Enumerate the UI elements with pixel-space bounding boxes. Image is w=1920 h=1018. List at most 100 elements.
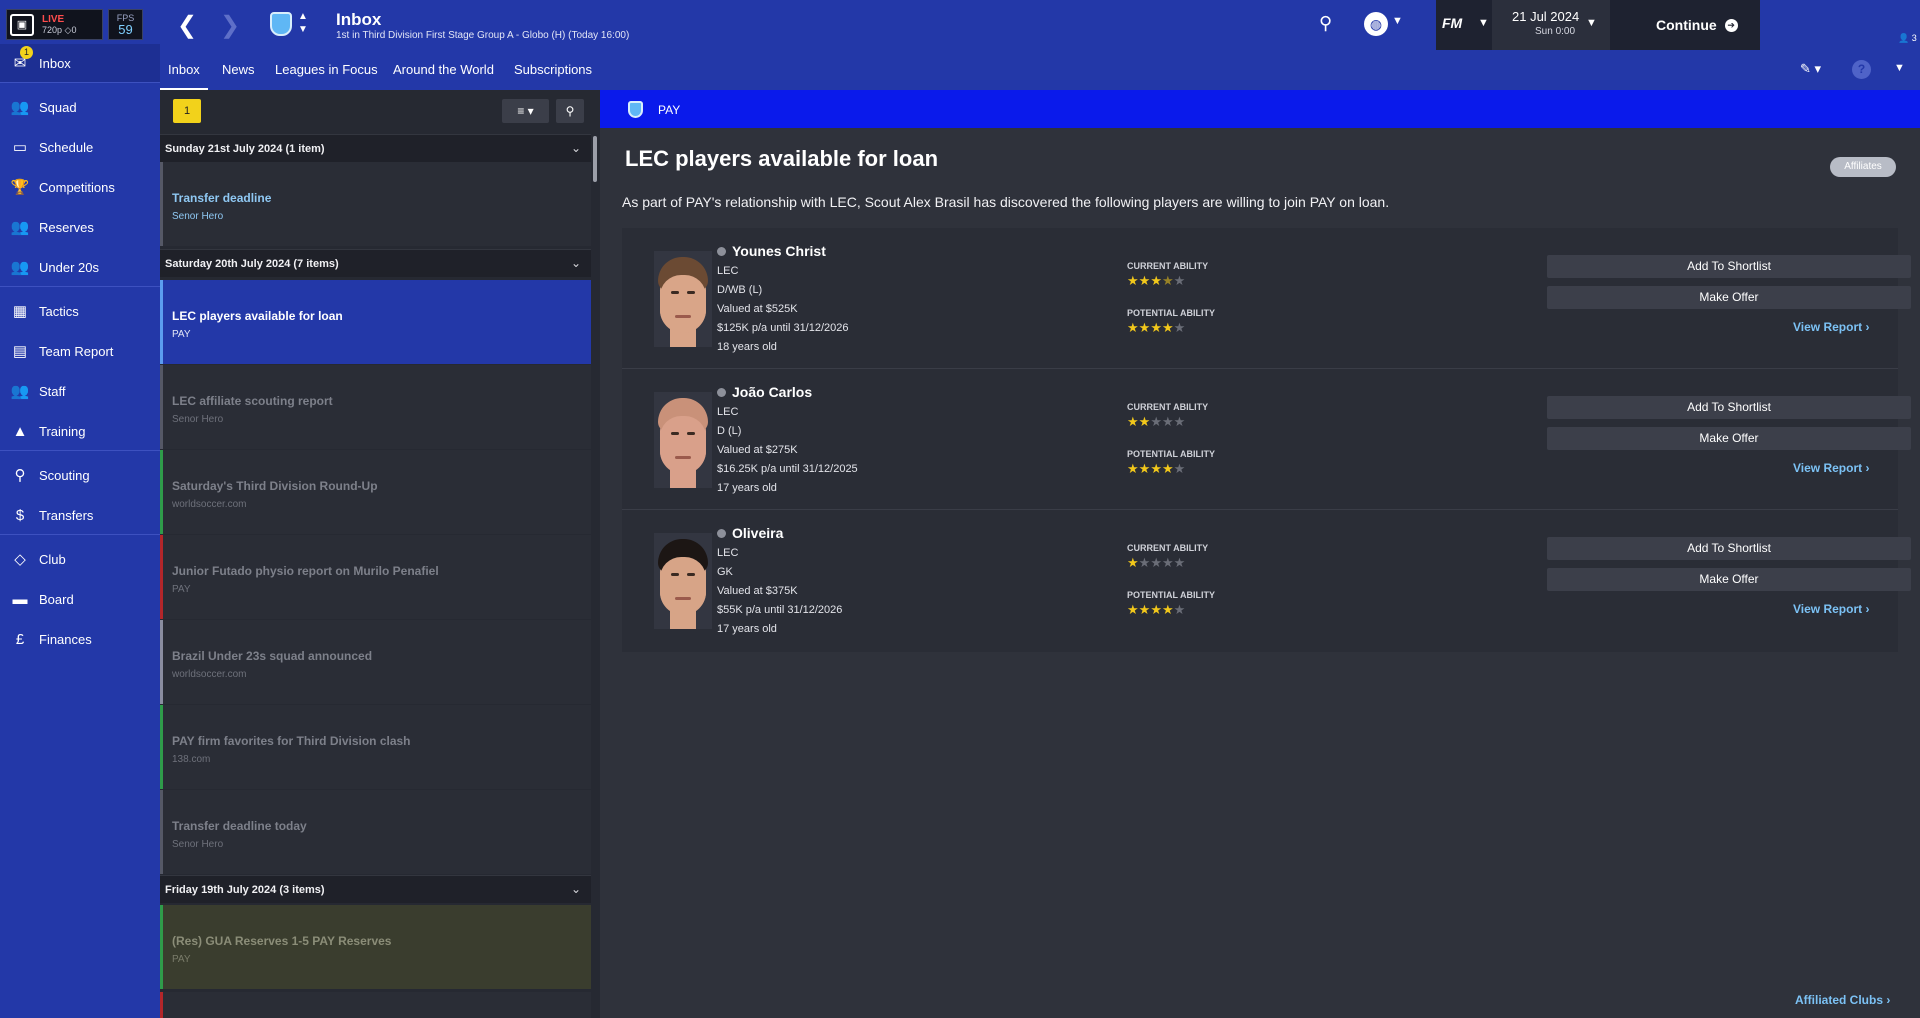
add-to-shortlist-button[interactable]: Add To Shortlist bbox=[1547, 255, 1911, 278]
sidebar-item-training[interactable]: ▲ Training bbox=[0, 412, 160, 450]
list-item[interactable]: PAY firm favorites for Third Division cl… bbox=[160, 705, 591, 789]
sidebar-item-board[interactable]: ▬ Board bbox=[0, 580, 160, 618]
sidebar-item-scouting[interactable]: ⚲ Scouting bbox=[0, 456, 160, 494]
list-scrollbar[interactable] bbox=[593, 136, 597, 182]
group-header[interactable]: Saturday 20th July 2024 (7 items) ⌄ bbox=[160, 249, 591, 277]
chevron-down-icon[interactable]: ⌄ bbox=[571, 882, 581, 896]
affiliated-clubs-link[interactable]: Affiliated Clubs › bbox=[1795, 993, 1890, 1007]
list-item-partial[interactable] bbox=[160, 992, 591, 1018]
help-icon[interactable]: ? bbox=[1852, 60, 1871, 79]
chevron-down-icon[interactable]: ▼ bbox=[1586, 17, 1597, 29]
make-offer-button[interactable]: Make Offer bbox=[1547, 427, 1911, 450]
sidebar-item-squad[interactable]: 👥 Squad bbox=[0, 88, 160, 126]
list-item[interactable]: Brazil Under 23s squad announced worldsoc… bbox=[160, 620, 591, 704]
player-portrait[interactable] bbox=[654, 392, 712, 488]
sidebar: ▣ LIVE 720p ◇0 FPS 59 ✉ Inbox 👥 Squad ▭ Schedul… bbox=[0, 0, 160, 1018]
online-people-count: 👤 3 bbox=[1898, 33, 1917, 43]
search-icon[interactable]: ⚲ bbox=[1319, 13, 1332, 34]
chevron-down-icon[interactable]: ⌄ bbox=[571, 256, 581, 270]
portrait-face bbox=[660, 416, 706, 474]
globe-icon[interactable]: ◍ bbox=[1364, 12, 1388, 36]
info-icon[interactable] bbox=[717, 247, 726, 256]
current-ability-label: CURRENT ABILITY bbox=[1127, 402, 1209, 412]
player-club[interactable]: LEC bbox=[717, 547, 738, 559]
fm-logo[interactable]: FM bbox=[1442, 15, 1462, 31]
club-label[interactable]: PAY bbox=[658, 103, 680, 117]
sidebar-item-finances[interactable]: £ Finances bbox=[0, 620, 160, 658]
current-ability-stars: ★★★★★ bbox=[1127, 414, 1186, 429]
add-to-shortlist-button[interactable]: Add To Shortlist bbox=[1547, 537, 1911, 560]
portrait-eye bbox=[687, 291, 695, 294]
chevron-down-icon[interactable]: ▼ bbox=[1894, 62, 1905, 74]
tab-subscriptions[interactable]: Subscriptions bbox=[514, 62, 592, 77]
player-name[interactable]: Oliveira bbox=[717, 525, 783, 541]
make-offer-button[interactable]: Make Offer bbox=[1547, 286, 1911, 309]
view-report-link[interactable]: View Report › bbox=[1793, 602, 1869, 616]
club-switch-icon[interactable]: ▲ ▼ bbox=[298, 10, 308, 36]
club-crest-icon[interactable] bbox=[270, 12, 292, 36]
sidebar-item-competitions[interactable]: 🏆 Competitions bbox=[0, 168, 160, 206]
sidebar-item-under-20s[interactable]: 👥 Under 20s bbox=[0, 248, 160, 286]
list-item[interactable]: Transfer deadline today Senor Hero bbox=[160, 790, 591, 874]
page-subtitle[interactable]: 1st in Third Division First Stage Group … bbox=[336, 30, 629, 41]
players-panel: Younes Christ LEC D/WB (L) Valued at $525K $… bbox=[622, 228, 1911, 652]
sidebar-item-label: Training bbox=[39, 423, 86, 439]
current-date: 21 Jul 2024 bbox=[1512, 9, 1580, 24]
message-title: Transfer deadline today bbox=[172, 819, 307, 833]
list-item[interactable]: LEC affiliate scouting report Senor Hero bbox=[160, 365, 591, 449]
player-portrait[interactable] bbox=[654, 251, 712, 347]
info-icon[interactable] bbox=[717, 388, 726, 397]
message-sender: 138.com bbox=[172, 754, 211, 765]
sidebar-item-label: Scouting bbox=[39, 467, 90, 483]
list-item[interactable]: (Res) GUA Reserves 1-5 PAY Reserves PAY bbox=[160, 905, 591, 989]
sidebar-item-staff[interactable]: 👥 Staff bbox=[0, 372, 160, 410]
list-menu-button[interactable]: ≡ ▾ bbox=[502, 99, 549, 123]
player-name[interactable]: João Carlos bbox=[717, 384, 812, 400]
view-report-link[interactable]: View Report › bbox=[1793, 320, 1869, 334]
tab-inbox[interactable]: Inbox bbox=[160, 62, 208, 91]
chevron-down-icon[interactable]: ▼ bbox=[1478, 17, 1489, 29]
forward-arrow-icon[interactable]: ❯ bbox=[220, 11, 240, 40]
affiliates-tag: Affiliates bbox=[1830, 157, 1896, 177]
group-header[interactable]: Sunday 21st July 2024 (1 item) ⌄ bbox=[160, 134, 591, 162]
continue-button[interactable]: Continue ➔ bbox=[1650, 0, 1760, 50]
edit-icon[interactable]: ✎ ▾ bbox=[1800, 61, 1821, 77]
chevron-down-icon[interactable]: ⌄ bbox=[571, 141, 581, 155]
tab-around-the-world[interactable]: Around the World bbox=[393, 62, 494, 77]
portrait-mouth bbox=[675, 456, 691, 459]
sidebar-item-team-report[interactable]: ▤ Team Report bbox=[0, 332, 160, 370]
sidebar-divider bbox=[0, 450, 160, 451]
sidebar-item-reserves[interactable]: 👥 Reserves bbox=[0, 208, 160, 246]
tab-leagues-in-focus[interactable]: Leagues in Focus bbox=[275, 62, 378, 77]
back-arrow-icon[interactable]: ❮ bbox=[177, 11, 197, 40]
player-club[interactable]: LEC bbox=[717, 265, 738, 277]
list-search-button[interactable]: ⚲ bbox=[556, 99, 584, 123]
make-offer-button[interactable]: Make Offer bbox=[1547, 568, 1911, 591]
unread-count-badge[interactable]: 1 bbox=[173, 99, 201, 123]
player-club[interactable]: LEC bbox=[717, 406, 738, 418]
sidebar-item-club[interactable]: ◇ Club bbox=[0, 540, 160, 578]
sidebar-item-tactics[interactable]: ▦ Tactics bbox=[0, 292, 160, 330]
player-name[interactable]: Younes Christ bbox=[717, 243, 826, 259]
continue-arrow-icon: ➔ bbox=[1724, 18, 1738, 32]
sidebar-item-transfers[interactable]: $ Transfers bbox=[0, 496, 160, 534]
potential-ability-stars: ★★★★★ bbox=[1127, 602, 1186, 617]
group-header[interactable]: Friday 19th July 2024 (3 items) ⌄ bbox=[160, 875, 591, 903]
tab-news[interactable]: News bbox=[222, 62, 255, 77]
sidebar-item-schedule[interactable]: ▭ Schedule bbox=[0, 128, 160, 166]
portrait-eye bbox=[687, 432, 695, 435]
player-portrait[interactable] bbox=[654, 533, 712, 629]
scouting-icon: ⚲ bbox=[14, 467, 26, 484]
list-item[interactable]: Junior Futado physio report on Murilo Pe… bbox=[160, 535, 591, 619]
add-to-shortlist-button[interactable]: Add To Shortlist bbox=[1547, 396, 1911, 419]
list-item-selected[interactable]: LEC players available for loan PAY bbox=[160, 280, 591, 364]
list-item[interactable]: Saturday's Third Division Round-Up worlds… bbox=[160, 450, 591, 534]
chevron-down-icon[interactable]: ▼ bbox=[1392, 15, 1403, 27]
current-time: Sun 0:00 bbox=[1535, 26, 1576, 37]
stream-viewers: 0 bbox=[71, 24, 77, 35]
player-value: Valued at $275K bbox=[717, 444, 798, 456]
list-item[interactable]: Transfer deadline Senor Hero bbox=[160, 162, 591, 246]
view-report-link[interactable]: View Report › bbox=[1793, 461, 1869, 475]
club-crest-icon[interactable] bbox=[628, 101, 643, 118]
info-icon[interactable] bbox=[717, 529, 726, 538]
